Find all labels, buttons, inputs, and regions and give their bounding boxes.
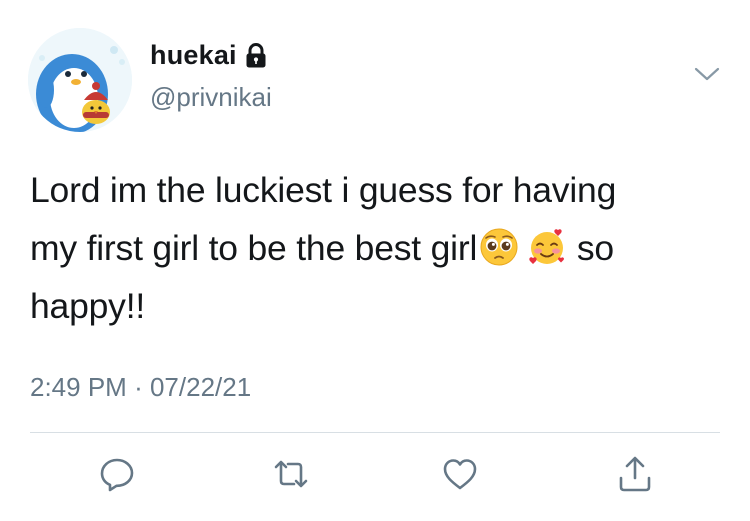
- like-icon: [443, 459, 477, 490]
- tweet-line-2-text: my first girl to be the best girl: [30, 228, 478, 268]
- tweet-text: Lord im the luckiest i guess for having …: [30, 161, 720, 335]
- timestamp-date: 07/22/21: [149, 372, 252, 402]
- tweet-line-2: my first girl to be the best girl so: [30, 219, 720, 277]
- chevron-down-icon[interactable]: [692, 62, 722, 84]
- author-name-row: huekai: [150, 40, 267, 71]
- reply-icon: [100, 458, 134, 492]
- author-display-name[interactable]: huekai: [150, 40, 237, 71]
- timestamp-separator: ·: [134, 372, 143, 402]
- avatar[interactable]: [28, 28, 132, 132]
- author-handle[interactable]: @privnikai: [150, 82, 272, 113]
- divider: [30, 432, 720, 433]
- retweet-button[interactable]: [271, 454, 311, 494]
- like-button[interactable]: [440, 454, 480, 494]
- tweet-timestamp[interactable]: 2:49 PM · 07/22/21: [30, 372, 251, 403]
- smiling-face-with-hearts-emoji-icon: [527, 226, 567, 266]
- penguin-avatar-icon: [28, 28, 132, 132]
- share-button[interactable]: [615, 454, 655, 494]
- share-icon: [619, 456, 651, 492]
- tweet-line-2-suffix: so: [576, 228, 614, 268]
- timestamp-time: 2:49 PM: [30, 372, 127, 402]
- lock-icon: [245, 42, 267, 69]
- reply-button[interactable]: [97, 454, 137, 494]
- pleading-face-emoji-icon: [479, 226, 519, 266]
- action-bar: [0, 454, 750, 500]
- tweet-line-1: Lord im the luckiest i guess for having: [30, 170, 617, 210]
- tweet-line-3: happy!!: [30, 286, 146, 326]
- retweet-icon: [274, 460, 308, 488]
